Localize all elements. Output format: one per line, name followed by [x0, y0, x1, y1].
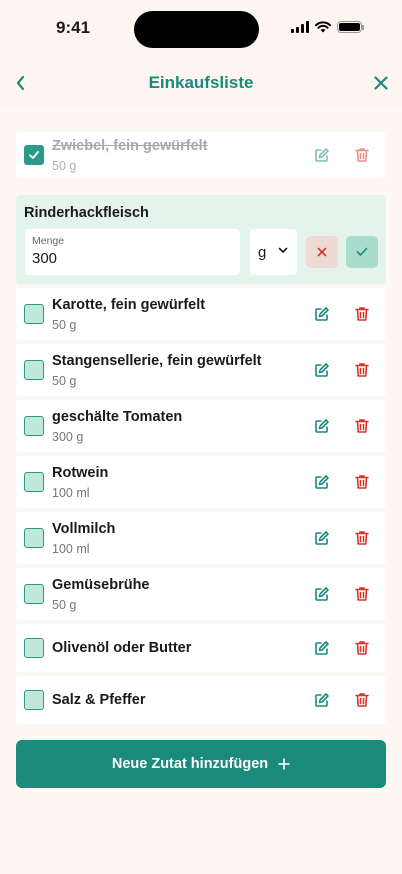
list-item: Gemüsebrühe 50 g: [16, 568, 386, 620]
status-bar: 9:41: [0, 0, 402, 58]
plus-icon: [278, 758, 290, 770]
item-quantity: 50 g: [52, 159, 77, 173]
pencil-icon: [315, 363, 329, 377]
item-name: Rotwein: [52, 465, 109, 481]
amount-field[interactable]: Menge: [25, 229, 240, 275]
trash-icon: [355, 419, 369, 433]
page-title: Einkaufsliste: [148, 73, 254, 92]
check-icon: [356, 247, 368, 256]
amount-input[interactable]: [32, 250, 227, 267]
battery-icon: [337, 21, 364, 33]
item-checkbox[interactable]: [24, 416, 44, 436]
add-ingredient-button[interactable]: Neue Zutat hinzufügen: [16, 740, 386, 788]
confirm-edit-button[interactable]: [346, 236, 378, 268]
close-icon: [317, 247, 327, 257]
edit-button[interactable]: [310, 688, 334, 712]
list-item: Stangensellerie, fein gewürfelt 50 g: [16, 344, 386, 396]
item-name: Olivenöl oder Butter: [52, 640, 192, 656]
pencil-icon: [315, 475, 329, 489]
pencil-icon: [315, 531, 329, 545]
edit-button[interactable]: [310, 302, 334, 326]
item-checkbox[interactable]: [24, 690, 44, 710]
item-checkbox[interactable]: [24, 360, 44, 380]
edit-item-panel: Rinderhackfleisch Menge g: [16, 195, 386, 284]
list-item: Salz & Pfeffer: [16, 676, 386, 724]
item-name: Vollmilch: [52, 521, 116, 537]
check-icon: [29, 151, 39, 159]
delete-button[interactable]: [350, 636, 374, 660]
delete-button[interactable]: [350, 688, 374, 712]
item-name: geschälte Tomaten: [52, 409, 183, 425]
dynamic-island: [134, 11, 259, 48]
item-name: Salz & Pfeffer: [52, 692, 146, 708]
item-quantity: 50 g: [52, 318, 77, 332]
item-checkbox[interactable]: [24, 638, 44, 658]
unit-value: g: [258, 243, 267, 261]
amount-label: Menge: [32, 235, 65, 247]
back-button[interactable]: [8, 70, 34, 96]
item-quantity: 100 ml: [52, 486, 90, 500]
edit-button[interactable]: [310, 582, 334, 606]
item-checkbox[interactable]: [24, 528, 44, 548]
close-icon: [374, 76, 388, 90]
trash-icon: [355, 641, 369, 655]
pencil-icon: [315, 641, 329, 655]
unit-select[interactable]: g: [250, 229, 297, 275]
item-name: Karotte, fein gewürfelt: [52, 297, 206, 313]
delete-button[interactable]: [350, 414, 374, 438]
trash-icon: [355, 363, 369, 377]
delete-button[interactable]: [350, 470, 374, 494]
delete-button[interactable]: [350, 143, 374, 167]
list-item: geschälte Tomaten 300 g: [16, 400, 386, 452]
list-item: Rotwein 100 ml: [16, 456, 386, 508]
item-quantity: 50 g: [52, 374, 77, 388]
wifi-icon: [315, 21, 331, 33]
edit-button[interactable]: [310, 414, 334, 438]
chevron-left-icon: [16, 75, 25, 91]
pencil-icon: [315, 587, 329, 601]
status-icons: [291, 21, 364, 33]
item-quantity: 50 g: [52, 598, 77, 612]
trash-icon: [355, 531, 369, 545]
signal-icon: [291, 21, 309, 33]
trash-icon: [355, 587, 369, 601]
delete-button[interactable]: [350, 302, 374, 326]
edit-item-name: Rinderhackfleisch: [24, 205, 149, 221]
edit-button[interactable]: [310, 358, 334, 382]
edit-button[interactable]: [310, 636, 334, 660]
delete-button[interactable]: [350, 582, 374, 606]
trash-icon: [355, 693, 369, 707]
item-quantity: 300 g: [52, 430, 84, 444]
list-item: Karotte, fein gewürfelt 50 g: [16, 288, 386, 340]
cancel-edit-button[interactable]: [306, 236, 338, 268]
list-item: Vollmilch 100 ml: [16, 512, 386, 564]
edit-button[interactable]: [310, 470, 334, 494]
item-checkbox[interactable]: [24, 584, 44, 604]
trash-icon: [355, 475, 369, 489]
trash-icon: [355, 148, 369, 162]
add-ingredient-label: Neue Zutat hinzufügen: [111, 756, 269, 772]
delete-button[interactable]: [350, 358, 374, 382]
pencil-icon: [315, 307, 329, 321]
item-checkbox[interactable]: [24, 145, 44, 165]
app-header: Einkaufsliste: [0, 58, 402, 108]
list-item: Olivenöl oder Butter: [16, 624, 386, 672]
pencil-icon: [315, 693, 329, 707]
item-quantity: 100 ml: [52, 542, 90, 556]
edit-button[interactable]: [310, 526, 334, 550]
status-time: 9:41: [56, 18, 91, 37]
item-checkbox[interactable]: [24, 304, 44, 324]
chevron-down-icon: [278, 247, 288, 253]
pencil-icon: [315, 148, 329, 162]
item-name: Zwiebel, fein gewürfelt: [52, 138, 208, 154]
item-checkbox[interactable]: [24, 472, 44, 492]
list-item-done: Zwiebel, fein gewürfelt 50 g: [16, 132, 386, 178]
item-name: Stangensellerie, fein gewürfelt: [52, 353, 262, 369]
item-name: Gemüsebrühe: [52, 577, 150, 593]
close-button[interactable]: [368, 70, 394, 96]
trash-icon: [355, 307, 369, 321]
delete-button[interactable]: [350, 526, 374, 550]
pencil-icon: [315, 419, 329, 433]
edit-button[interactable]: [310, 143, 334, 167]
